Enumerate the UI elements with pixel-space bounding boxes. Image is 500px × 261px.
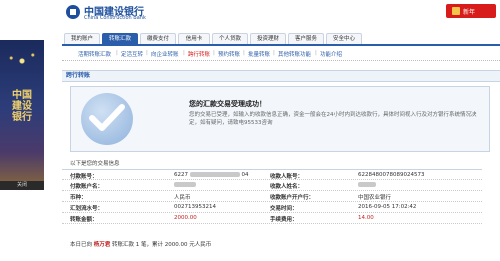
detail-row: 付款账户名： 收款人姓名： (62, 180, 482, 191)
payee-name-value (358, 182, 376, 188)
detail-row: 付款账号： 6227 04 收款人账号： 6228480078089024573 (62, 169, 482, 180)
amount-value: 2000.00 (174, 215, 197, 221)
promo-tag-label: 新年 (463, 9, 476, 16)
subnav-separator: | (146, 50, 148, 56)
banner-close-button[interactable]: 关闭 (0, 181, 44, 190)
subnav-fixed-current[interactable]: 定活互转 (121, 50, 143, 58)
transaction-details: 付款账号： 6227 04 收款人账号： 6228480078089024573… (62, 169, 482, 224)
subnav-separator: | (273, 50, 275, 56)
tab-my-account[interactable]: 我的账户 (64, 33, 100, 44)
success-panel: 您的汇款交易受理成功！ 您的交易已受理，如输入的收款信息正确，资金一般会在24小… (70, 86, 490, 152)
masked-digits (189, 172, 240, 177)
header: 中国建设银行 China Construction Bank 新年 (62, 0, 500, 32)
subnav-scheduled[interactable]: 预约转账 (218, 50, 240, 58)
subnav-separator: | (243, 50, 245, 56)
masked-name (358, 182, 376, 187)
gift-icon (452, 7, 460, 15)
summary-prefix: 本日已向 (70, 242, 93, 248)
subnav-current-transfer[interactable]: 活期转账汇款 (78, 50, 111, 58)
main-nav: 我的账户 转账汇款 缴费支付 信用卡 个人贷款 投资理财 客户服务 安全中心 (62, 33, 500, 44)
ccb-logo-icon (66, 5, 80, 19)
subnav-separator: | (116, 50, 118, 56)
tab-customer-service[interactable]: 客户服务 (288, 33, 324, 44)
time-value: 2016-09-05 17:02:42 (358, 204, 417, 210)
section-title: 跨行转账 (62, 70, 500, 82)
serial-label: 汇划流水号： (70, 206, 104, 212)
payee-name-label: 收款人姓名： (270, 184, 304, 190)
summary-total: 2000.00 (164, 242, 188, 248)
payer-account-tail: 04 (241, 172, 249, 178)
tab-personal-loan[interactable]: 个人贷款 (212, 33, 248, 44)
detail-row: 汇划流水号： 002713953214 交易时间： 2016-09-05 17:… (62, 202, 482, 213)
subnav-batch[interactable]: 批量转账 (248, 50, 270, 58)
fee-value: 14.00 (358, 215, 374, 221)
success-message: 您的交易已受理，如输入的收款信息正确，资金一般会在24小时内到达收款行，具体时间… (189, 112, 477, 126)
tab-investment[interactable]: 投资理财 (250, 33, 286, 44)
tab-credit-card[interactable]: 信用卡 (178, 33, 210, 44)
payer-name-label: 付款账户名： (70, 184, 104, 190)
bank-name-en: China Construction Bank (84, 15, 146, 21)
daily-summary: 本日已向 杨万君 转账汇款 1 笔，累计 2000.00 元人民币 (70, 240, 211, 248)
amount-label: 转账金额： (70, 217, 98, 223)
summary-middle: 转账汇款 1 笔，累计 (112, 242, 164, 248)
payee-bank-label: 收款账户开户行： (270, 195, 315, 201)
success-title: 您的汇款交易受理成功！ (189, 100, 266, 108)
detail-row: 币种： 人民币 收款账户开户行： 中国农业银行 (62, 191, 482, 202)
payer-account-value: 6227 04 (174, 172, 249, 178)
time-label: 交易时间： (270, 206, 298, 212)
fireworks-decoration (4, 46, 40, 76)
tab-payment[interactable]: 缴费支付 (140, 33, 176, 44)
success-check-icon (81, 93, 133, 145)
promo-tag[interactable]: 新年 (446, 4, 496, 18)
subnav-intro[interactable]: 功能介绍 (320, 50, 342, 58)
summary-name: 杨万君 (93, 242, 111, 248)
subnav-separator: | (213, 50, 215, 56)
payee-account-value: 6228480078089024573 (358, 172, 425, 178)
summary-suffix: 元人民币 (189, 242, 212, 248)
fee-label: 手续费用： (270, 217, 298, 223)
tab-security-center[interactable]: 安全中心 (326, 33, 362, 44)
serial-value: 002713953214 (174, 204, 216, 210)
subnav-separator: | (315, 50, 317, 56)
subnav-interbank[interactable]: 跨行转账 (188, 50, 210, 58)
payee-bank-value: 中国农业银行 (358, 195, 392, 201)
currency-value: 人民币 (174, 195, 191, 201)
side-promo-banner[interactable]: 中国建设银行 关闭 (0, 40, 44, 190)
sub-nav: 活期转账汇款 | 定活互转 | 向企业转账 | 跨行转账 | 预约转账 | 批量… (62, 44, 500, 61)
payer-account-prefix: 6227 (174, 172, 188, 178)
payee-account-label: 收款人账号： (270, 174, 304, 180)
currency-label: 币种： (70, 195, 87, 201)
subnav-to-enterprise[interactable]: 向企业转账 (151, 50, 179, 58)
payer-account-label: 付款账号： (70, 174, 98, 180)
subnav-other[interactable]: 其他转账功能 (278, 50, 311, 58)
masked-name (174, 182, 196, 187)
tab-transfer[interactable]: 转账汇款 (102, 33, 138, 44)
detail-row: 转账金额： 2000.00 手续费用： 14.00 (62, 213, 482, 224)
subnav-separator: | (183, 50, 185, 56)
payer-name-value (174, 182, 196, 188)
transaction-info-label: 以下是您的交易信息 (70, 161, 120, 167)
banner-vertical-text: 中国建设银行 (12, 90, 32, 123)
